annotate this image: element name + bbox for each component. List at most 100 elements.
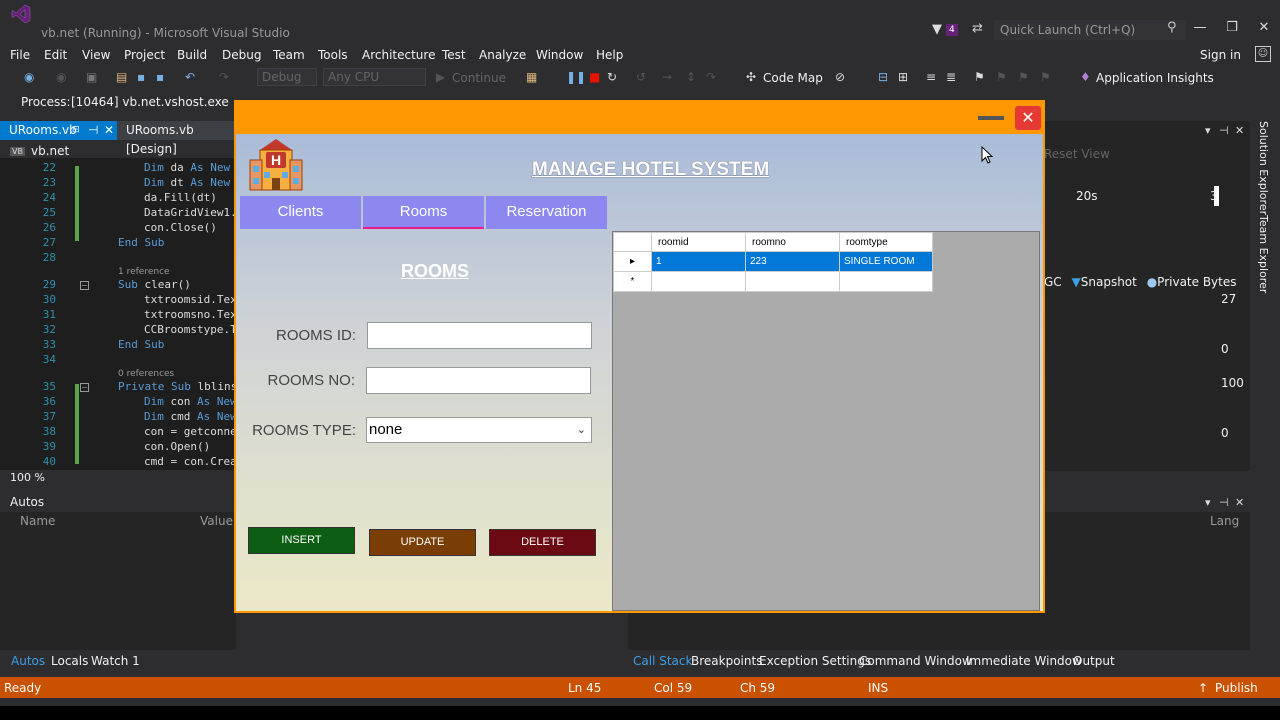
menu-view[interactable]: View	[82, 48, 110, 62]
publish-icon[interactable]: ↑	[1198, 681, 1208, 695]
restart-icon[interactable]: ↻	[607, 70, 617, 84]
rooms-data-grid[interactable]: roomid roomno roomtype ▸ 1 223 SINGLE RO…	[612, 231, 1040, 611]
tab-call-stack[interactable]: Call Stack	[633, 654, 692, 668]
rooms-id-input[interactable]	[367, 322, 592, 349]
reference-count[interactable]: 0 references	[118, 369, 174, 379]
menu-architecture[interactable]: Architecture	[362, 48, 435, 62]
step-over-icon[interactable]: ↕	[686, 70, 696, 84]
save-icon[interactable]: ▪	[137, 70, 145, 84]
search-icon[interactable]: ⚲	[1167, 20, 1177, 35]
reference-count[interactable]: 1 reference	[118, 267, 170, 277]
table-cell[interactable]: SINGLE ROOM	[839, 251, 933, 272]
pin-icon[interactable]: ⊣	[1219, 124, 1229, 137]
autos-name-header[interactable]: Name	[20, 514, 55, 528]
undo-icon[interactable]: ↶	[185, 70, 195, 84]
menu-tools[interactable]: Tools	[318, 48, 348, 62]
format-icon[interactable]: ⊟	[878, 70, 888, 84]
language-header[interactable]: Lang	[1210, 514, 1239, 528]
menu-build[interactable]: Build	[177, 48, 207, 62]
rooms-no-input[interactable]	[366, 367, 591, 394]
close-tab-icon[interactable]: ✕	[104, 121, 114, 140]
solution-explorer-tab[interactable]: Solution Explorer	[1257, 121, 1270, 215]
continue-button[interactable]: Continue	[452, 71, 506, 85]
tab-breakpoints[interactable]: Breakpoints	[691, 654, 762, 668]
pin-icon[interactable]: ⊟	[72, 121, 80, 140]
column-header-roomno[interactable]: roomno	[745, 232, 840, 252]
exception-icon[interactable]: ⊘	[835, 70, 845, 84]
rooms-type-select[interactable]: none ⌄	[366, 417, 592, 443]
table-cell[interactable]	[839, 271, 933, 292]
tab-output[interactable]: Output	[1073, 654, 1115, 668]
tab-autos[interactable]: Autos	[11, 654, 45, 668]
menu-team[interactable]: Team	[273, 48, 305, 62]
clear-bookmarks-icon[interactable]: ⚑	[1040, 70, 1051, 84]
tab-exception-settings[interactable]: Exception Settings	[759, 654, 871, 668]
new-table-row[interactable]: *	[613, 271, 933, 292]
step-out-icon[interactable]: ↷	[706, 70, 716, 84]
break-all-icon[interactable]: ❚❚	[566, 70, 586, 84]
prev-bookmark-icon[interactable]: ⚑	[996, 70, 1007, 84]
process-icon[interactable]: ▦	[526, 70, 537, 84]
close-panel-icon[interactable]: ✕	[1235, 496, 1244, 509]
maximize-window-button[interactable]: ❐	[1222, 20, 1242, 35]
comment-icon[interactable]: ≡	[926, 70, 936, 84]
update-button[interactable]: UPDATE	[369, 529, 476, 556]
team-explorer-tab[interactable]: Team Explorer	[1257, 215, 1270, 293]
tab-rooms[interactable]: Rooms	[363, 196, 484, 229]
tab-urooms-code[interactable]: URooms.vb ⊟ ⊣ ✕	[0, 121, 117, 140]
column-header-roomid[interactable]: roomid	[651, 232, 746, 252]
pin-tab-icon[interactable]: ⊣	[88, 121, 98, 140]
continue-icon[interactable]: ▶	[436, 70, 445, 84]
close-window-button[interactable]: ✕	[1254, 20, 1274, 35]
menu-file[interactable]: File	[10, 48, 30, 62]
menu-debug[interactable]: Debug	[222, 48, 261, 62]
menu-analyze[interactable]: Analyze	[479, 48, 526, 62]
next-bookmark-icon[interactable]: ⚑	[1018, 70, 1029, 84]
step-into-icon[interactable]: →	[662, 70, 672, 84]
bookmark-icon[interactable]: ⚑	[974, 70, 985, 84]
current-row-indicator-icon[interactable]: ▸	[613, 251, 652, 272]
process-select[interactable]: [10464] vb.net.vshost.exe	[71, 95, 229, 109]
stop-debugging-icon[interactable]: ■	[589, 70, 600, 84]
app-titlebar[interactable]	[236, 102, 1043, 134]
column-header-roomtype[interactable]: roomtype	[839, 232, 933, 252]
dropdown-icon[interactable]: ▾	[1205, 124, 1211, 137]
tab-command-window[interactable]: Command Window	[859, 654, 972, 668]
table-cell[interactable]: 1	[651, 251, 746, 272]
row-header-corner[interactable]	[613, 232, 652, 252]
notifications-flag-icon[interactable]: ▼	[932, 22, 942, 37]
close-panel-icon[interactable]: ✕	[1235, 124, 1244, 137]
navigate-forward-icon[interactable]: ◉	[56, 70, 66, 84]
redo-icon[interactable]: ↷	[219, 70, 229, 84]
menu-project[interactable]: Project	[124, 48, 165, 62]
sign-in-link[interactable]: Sign in	[1200, 48, 1241, 62]
collapse-icon[interactable]: −	[80, 383, 89, 392]
tab-reservation[interactable]: Reservation	[486, 196, 607, 229]
open-file-icon[interactable]: ▤	[116, 70, 127, 84]
menu-edit[interactable]: Edit	[44, 48, 67, 62]
zoom-level-select[interactable]: 100 %	[10, 471, 45, 484]
code-editor[interactable]: 22 Dim da As New 23 Dim dt As New 24 da.Fil…	[0, 158, 237, 470]
solution-platform-select[interactable]: Any CPU	[323, 68, 426, 86]
solution-config-select[interactable]: Debug	[257, 68, 317, 86]
application-insights-icon[interactable]: ♦	[1080, 70, 1091, 84]
application-insights-button[interactable]: Application Insights	[1096, 71, 1214, 85]
delete-button[interactable]: DELETE	[489, 529, 596, 556]
insert-button[interactable]: INSERT	[248, 527, 355, 554]
tab-locals[interactable]: Locals	[51, 654, 88, 668]
code-map-icon[interactable]: ✣	[746, 70, 756, 84]
table-cell[interactable]: 223	[745, 251, 840, 272]
collapse-icon[interactable]: −	[80, 281, 89, 290]
profile-icon[interactable]: ☺	[1255, 46, 1271, 62]
navigate-back-icon[interactable]: ◉	[24, 70, 34, 84]
tab-immediate-window[interactable]: Immediate Window	[966, 654, 1082, 668]
tab-urooms-design[interactable]: URooms.vb [Design]	[117, 121, 235, 156]
menu-window[interactable]: Window	[536, 48, 583, 62]
minimize-window-button[interactable]: —	[1190, 20, 1210, 35]
menu-test[interactable]: Test	[442, 48, 466, 62]
tab-clients[interactable]: Clients	[240, 196, 361, 229]
feedback-icon[interactable]: ⇄	[972, 21, 983, 36]
reset-view-button[interactable]: Reset View	[1044, 147, 1110, 161]
new-row-indicator[interactable]: *	[613, 271, 652, 292]
app-close-button[interactable]: ✕	[1015, 106, 1041, 130]
